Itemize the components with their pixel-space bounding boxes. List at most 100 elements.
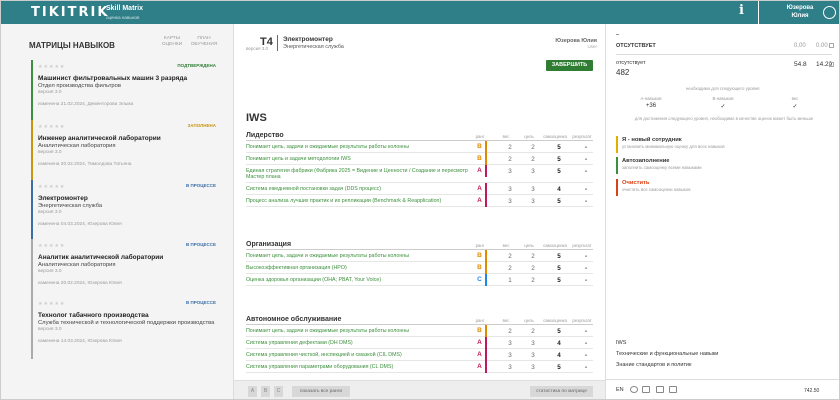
action-description: установить минимальную оценку для всех н… (622, 144, 725, 149)
quick-action[interactable]: Очистить очистить все самооценки навыков (616, 179, 826, 196)
skill-name[interactable]: Высокоэффективная организация (HPO) (246, 265, 471, 271)
panel-title: МАТРИЦЫ НАВЫКОВ (29, 41, 115, 50)
card-title: Машинист фильтровальных машин 3 разряда (38, 75, 188, 82)
language-switch[interactable]: EN (616, 387, 624, 393)
nav-assessment-cards[interactable]: КАРТЫ ОЦЕНКИ (159, 36, 185, 48)
result-value: - (584, 328, 588, 335)
skill-row[interactable]: Оценка здоровья организации (OHA; PBAT, … (246, 274, 593, 286)
matrix-card[interactable]: ★★★★★ ЗАПОЛНЕНА Инженер аналитической лабо… (31, 120, 218, 182)
skill-row[interactable]: Понимает цель и задачи методологии IWS B 2… (246, 153, 593, 165)
avatar-icon[interactable] (823, 6, 836, 19)
matrix-card[interactable]: ★★★★★ В ПРОЦЕССЕ Электромонтер Энергетическ… (31, 180, 218, 242)
card-meta: изменена 21.02.2024, Дементорова Эльма (38, 102, 134, 107)
self-assessment[interactable]: 5 (549, 265, 569, 272)
skill-row[interactable]: Понимает цель, задачи и ожидаемые резуль… (246, 141, 593, 153)
weight-value: 3 (508, 198, 512, 205)
app-subtitle: оценка навыков (106, 15, 140, 20)
skill-name[interactable]: Система управления параметрами оборудова… (246, 364, 471, 370)
skill-row[interactable]: Система управления параметрами оборудова… (246, 361, 593, 373)
skill-row[interactable]: Система управления дефектами (DH DMS) A 3 3… (246, 337, 593, 349)
nav-training-plan[interactable]: ПЛАН ОБУЧЕНИЯ (189, 36, 219, 48)
self-assessment[interactable]: 4 (549, 340, 569, 347)
checkbox[interactable] (829, 62, 834, 67)
skill-row[interactable]: Система управления чисткой, инспекцией и… (246, 349, 593, 361)
weight-value: 3 (508, 168, 512, 175)
show-all-ranks-button[interactable]: показать все ранги (292, 386, 350, 397)
finish-button[interactable]: ЗАВЕРШИТЬ (546, 60, 593, 71)
stat-cell: вес ✓ (762, 96, 828, 110)
stat-value: ✓ (720, 104, 726, 110)
self-assessment[interactable]: 5 (549, 328, 569, 335)
card-version: версия 3.0 (38, 150, 62, 155)
goal-value: 3 (531, 186, 535, 193)
skill-row[interactable]: Процесс анализа лучших практик и их репл… (246, 195, 593, 207)
calendar-icon[interactable] (642, 386, 650, 393)
skill-row[interactable]: Система ежедневной постановки задач (DDS… (246, 183, 593, 195)
skill-name[interactable]: Система ежедневной постановки задач (DDS… (246, 186, 471, 192)
tikitrik-logo[interactable]: TIKITRIK (31, 5, 109, 20)
skill-row[interactable]: Понимает цель, задачи и ожидаемые резуль… (246, 325, 593, 337)
rank-filter-b-button[interactable]: B (261, 386, 270, 397)
next-level-label: необходимо для следующего уровня (686, 86, 760, 91)
skill-name[interactable]: Процесс анализа лучших практик и их репл… (246, 198, 471, 204)
self-assessment[interactable]: 5 (549, 144, 569, 151)
section-title: IWS (246, 112, 267, 124)
goal-value: 2 (531, 277, 535, 284)
quick-action[interactable]: Автозаполнение заполнить самооценку всеми… (616, 157, 826, 174)
skill-name[interactable]: Понимает цель, задачи и ожидаемые резуль… (246, 253, 471, 259)
rank-filter-c-button[interactable]: C (274, 386, 283, 397)
self-assessment[interactable]: 5 (549, 168, 569, 175)
skill-name[interactable]: Оценка здоровья организации (OHA; PBAT, … (246, 277, 471, 283)
skill-name[interactable]: Единая стратегия фабрики (Фабрика 2025 =… (246, 168, 471, 180)
group-title: Организация (246, 241, 292, 248)
status-badge: В ПРОЦЕССЕ (186, 300, 216, 305)
self-assessment[interactable]: 5 (549, 198, 569, 205)
download-icon[interactable] (669, 386, 677, 393)
section-link[interactable]: IWS (616, 340, 626, 346)
skill-name[interactable]: Система управления дефектами (DH DMS) (246, 340, 471, 346)
user-role: User (587, 44, 597, 49)
export-icon[interactable] (656, 386, 664, 393)
skill-name[interactable]: Понимает цель, задачи и ожидаемые резуль… (246, 144, 471, 150)
column-header-self: самооценка (543, 243, 567, 248)
skill-row[interactable]: Понимает цель, задачи и ожидаемые резуль… (246, 250, 593, 262)
matrix-department: Энергетическая служба (283, 44, 344, 50)
matrix-card[interactable]: ★★★★★ В ПРОЦЕССЕ Аналитик аналитической ла… (31, 239, 218, 301)
self-assessment[interactable]: 4 (549, 352, 569, 359)
checkbox[interactable] (829, 43, 834, 48)
column-header-weight: вес (502, 243, 510, 248)
help-icon[interactable] (630, 386, 638, 393)
rank-badge: B (474, 153, 487, 165)
skill-name[interactable]: Понимает цель и задачи методологии IWS (246, 156, 471, 162)
column-header-result: результат (572, 243, 592, 248)
rank-badge: A (474, 195, 487, 207)
status-badge: В ПРОЦЕССЕ (186, 242, 216, 247)
self-assessment[interactable]: 5 (549, 277, 569, 284)
weight-value: 3 (508, 340, 512, 347)
skill-name[interactable]: Понимает цель, задачи и ожидаемые резуль… (246, 328, 471, 334)
section-link[interactable]: Знание стандартов и политик (616, 362, 691, 368)
matrix-stats-button[interactable]: статистика по матрице (530, 386, 593, 397)
skill-row[interactable]: Высокоэффективная организация (HPO) B 2 2 5 - (246, 262, 593, 274)
card-department: Служба технической и технологической под… (38, 320, 215, 326)
goal-value: 2 (531, 253, 535, 260)
quick-action[interactable]: Я - новый сотрудник установить минимальну… (616, 136, 826, 153)
stat-value: +36 (645, 103, 657, 109)
matrix-card[interactable]: ★★★★★ В ПРОЦЕССЕ Технолог табачного произв… (31, 297, 218, 359)
skill-row[interactable]: Единая стратегия фабрики (Фабрика 2025 =… (246, 165, 593, 183)
rank-filter-a-button[interactable]: A (248, 386, 257, 397)
column-header-goal: цель (524, 243, 534, 248)
self-assessment[interactable]: 5 (549, 253, 569, 260)
section-link[interactable]: Технические и функциональные навыки (616, 351, 718, 357)
skill-name[interactable]: Система управления чисткой, инспекцией и… (246, 352, 471, 358)
self-assessment[interactable]: 5 (549, 156, 569, 163)
goal-value: 3 (531, 168, 535, 175)
matrix-card[interactable]: ★★★★★ ПОДТВЕРЖДЕНА Машинист фильтровальных… (31, 60, 218, 122)
skill-group: Лидерство ранг вес цель самооценка результат П… (246, 130, 593, 207)
info-icon[interactable]: i (739, 3, 744, 18)
self-assessment[interactable]: 4 (549, 186, 569, 193)
card-department: Аналитическая лаборатория (38, 143, 116, 149)
self-assessment[interactable]: 5 (549, 364, 569, 371)
weight-value: 2 (508, 156, 512, 163)
top-bar: TIKITRIK Skill Matrix оценка навыков i Ю… (1, 1, 839, 24)
